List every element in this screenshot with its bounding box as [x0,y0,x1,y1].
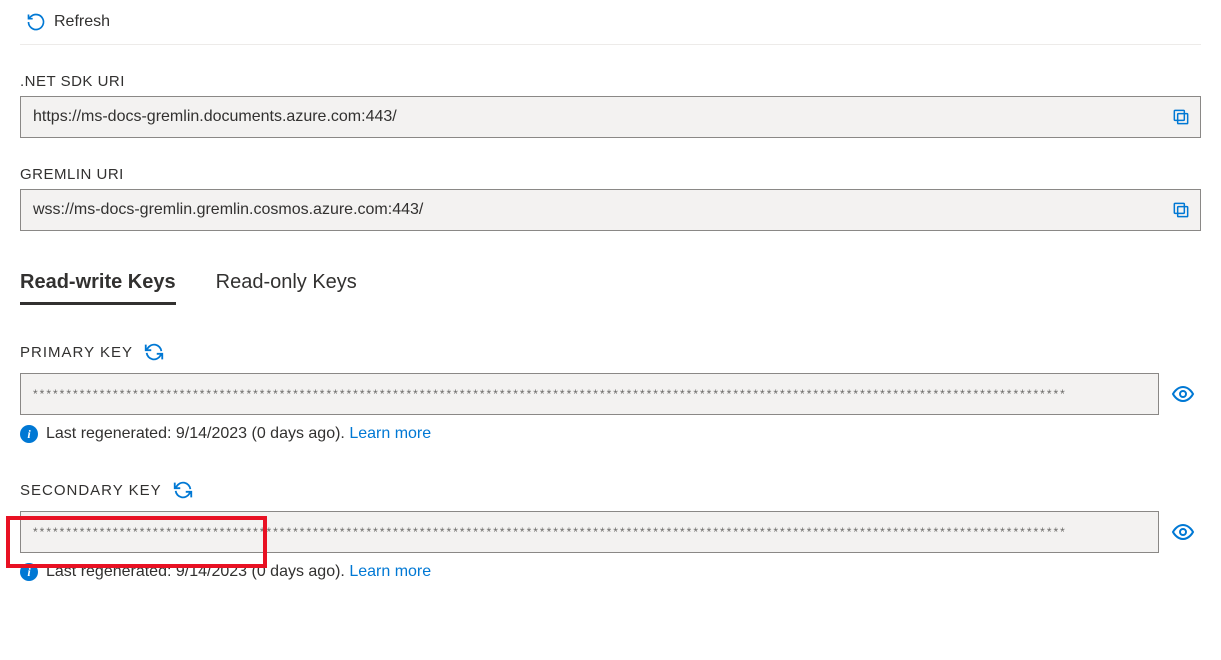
secondary-key-label-row: SECONDARY KEY [20,479,1201,501]
gremlin-uri-row [20,189,1201,231]
regenerate-primary-key-button[interactable] [143,341,165,363]
refresh-label: Refresh [54,13,110,31]
gremlin-uri-input[interactable] [20,189,1201,231]
eye-icon [1171,520,1195,544]
copy-icon [1171,107,1191,127]
regenerate-secondary-key-button[interactable] [172,479,194,501]
eye-icon [1171,382,1195,406]
primary-key-info: i Last regenerated: 9/14/2023 (0 days ag… [20,425,1201,443]
secondary-key-input[interactable] [20,511,1159,553]
secondary-key-section: SECONDARY KEY [20,479,1201,581]
show-secondary-key-button[interactable] [1165,514,1201,550]
keys-tabs: Read-write Keys Read-only Keys [20,271,1201,305]
net-sdk-uri-section: .NET SDK URI [20,73,1201,138]
copy-icon [1171,200,1191,220]
secondary-key-row [20,511,1201,553]
copy-net-sdk-uri-button[interactable] [1167,103,1195,131]
secondary-key-regenerated-text: Last regenerated: 9/14/2023 (0 days ago)… [46,563,431,581]
command-bar: Refresh [20,0,1201,45]
primary-key-label: PRIMARY KEY [20,344,133,361]
keys-blade: Refresh .NET SDK URI GREMLIN URI [20,0,1201,581]
copy-gremlin-uri-button[interactable] [1167,196,1195,224]
secondary-key-learn-more-link[interactable]: Learn more [349,563,431,580]
primary-key-regenerated-text: Last regenerated: 9/14/2023 (0 days ago)… [46,425,431,443]
primary-key-section: PRIMARY KEY [20,341,1201,443]
gremlin-uri-section: GREMLIN URI [20,166,1201,231]
info-icon: i [20,425,38,443]
tab-read-only-keys[interactable]: Read-only Keys [216,271,357,305]
secondary-key-label: SECONDARY KEY [20,482,162,499]
show-primary-key-button[interactable] [1165,376,1201,412]
net-sdk-uri-row [20,96,1201,138]
gremlin-uri-label: GREMLIN URI [20,166,1201,183]
info-icon: i [20,563,38,581]
net-sdk-uri-input[interactable] [20,96,1201,138]
net-sdk-uri-label: .NET SDK URI [20,73,1201,90]
refresh-button[interactable]: Refresh [20,8,116,36]
primary-key-input[interactable] [20,373,1159,415]
primary-key-learn-more-link[interactable]: Learn more [349,425,431,442]
tab-read-write-keys[interactable]: Read-write Keys [20,271,176,305]
primary-key-row [20,373,1201,415]
secondary-key-info: i Last regenerated: 9/14/2023 (0 days ag… [20,563,1201,581]
refresh-icon [26,12,46,32]
primary-key-label-row: PRIMARY KEY [20,341,1201,363]
